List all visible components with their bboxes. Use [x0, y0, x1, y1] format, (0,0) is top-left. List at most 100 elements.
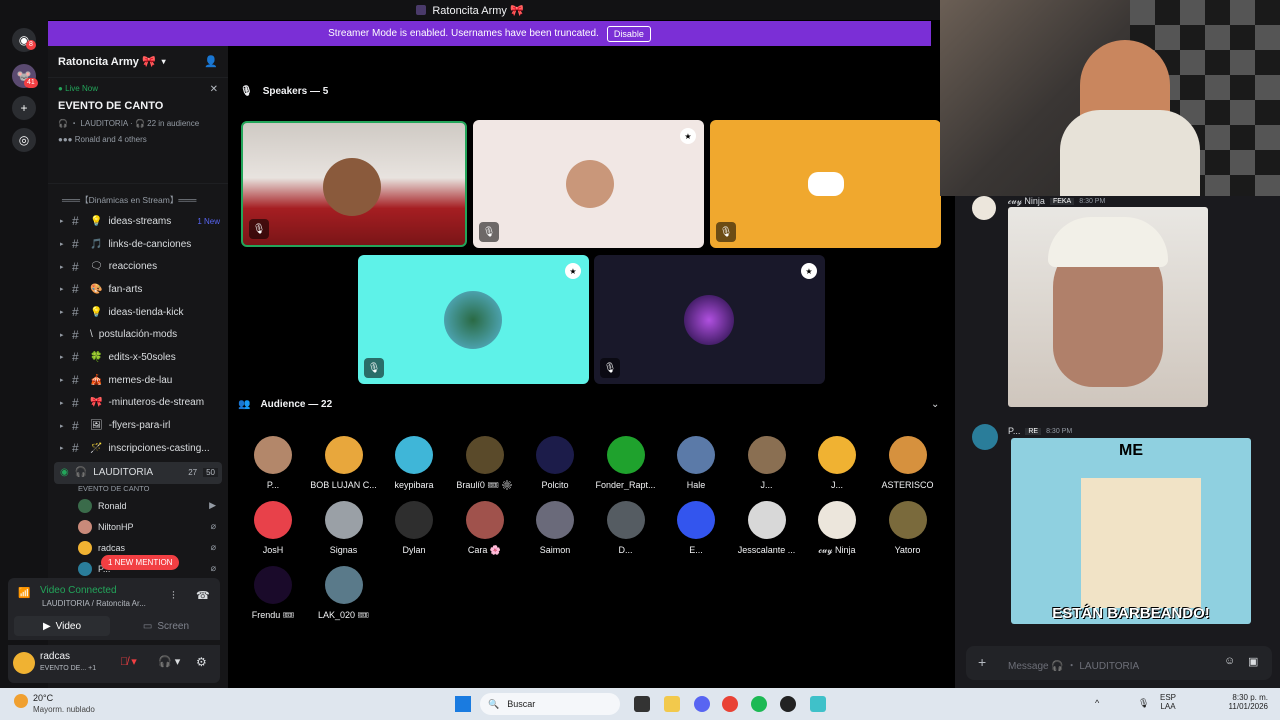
channel-item[interactable]: ▸ # 🎪 memes-de-lau [48, 369, 228, 392]
voice-user[interactable]: Ronald ▶ [48, 495, 228, 516]
channel-item[interactable]: ▸ # 🖼 -flyers-para-irl [48, 414, 228, 437]
tray-chevron-icon[interactable]: ^ [1095, 698, 1099, 708]
channel-item[interactable]: ▸ # 💡 ideas-streams 1 New [48, 210, 228, 233]
channel-item[interactable]: ▸ # 🍀 edits-x-50soles [48, 346, 228, 369]
hash-icon: # [72, 305, 79, 320]
channel-label: -minuteros-de-stream [108, 397, 205, 409]
channel-item[interactable]: ▸ # 🪄 inscripciones-casting... [48, 437, 228, 460]
file-explorer-icon[interactable] [664, 696, 680, 712]
category-header[interactable]: ═══【Dinámicas en Stream】═══ [48, 184, 228, 210]
message-image[interactable] [1008, 207, 1208, 407]
emoji-icon[interactable]: ☺ [1224, 655, 1235, 667]
channel-item[interactable]: ▸ # 💡 ideas-tienda-kick [48, 301, 228, 324]
live-label: ● Live Now [58, 84, 98, 93]
add-member-icon[interactable]: 👤 [204, 55, 218, 68]
audience-member[interactable]: Jesscalante ... [731, 501, 803, 555]
discord-taskbar-icon[interactable] [694, 696, 710, 712]
headphones-icon[interactable]: 🎧 ▾ [158, 655, 180, 668]
discover-icon[interactable]: ◎ [12, 128, 36, 152]
message-input[interactable]: + Message 🎧 ・ LAUDITORIA ☺ ▣ [966, 646, 1272, 680]
audience-member[interactable]: P... [237, 436, 309, 490]
audience-member[interactable]: Yatoro [872, 501, 944, 555]
live-event-card[interactable]: ● Live Now ✕ EVENTO DE CANTO 🎧 ・ LAUDITO… [48, 78, 228, 184]
avatar[interactable] [972, 424, 998, 450]
speaker-tile-5[interactable]: ★ 🎙 [594, 255, 825, 384]
audience-member[interactable]: Fonder_Rapt... [590, 436, 662, 490]
channel-arrow-icon: ▸ [60, 309, 64, 317]
avatar[interactable] [972, 196, 996, 220]
avatar [395, 501, 433, 539]
close-icon[interactable]: ✕ [210, 84, 218, 95]
speaker-tile-3[interactable]: 🎙 [710, 120, 941, 248]
new-mention-pill[interactable]: 1 NEW MENTION [101, 555, 180, 570]
weather-icon[interactable] [14, 694, 28, 708]
audience-name: Dylan [402, 545, 426, 555]
channel-emoji: 💡 [90, 215, 103, 227]
chrome-icon[interactable] [722, 696, 738, 712]
audience-member[interactable]: Polcito [519, 436, 591, 490]
channel-item[interactable]: ▸ # 🎀 -minuteros-de-stream [48, 392, 228, 415]
add-attachment-icon[interactable]: + [978, 654, 986, 670]
avatar[interactable] [13, 652, 35, 674]
notepad-icon[interactable] [810, 696, 826, 712]
screen-button[interactable]: ▭ Screen [118, 616, 214, 636]
channel-item[interactable]: ▸ # \ postulación-mods [48, 323, 228, 346]
audience-member[interactable]: keypibara [378, 436, 450, 490]
voice-channel-lauditoria[interactable]: ◉ 🎧 LAUDITORIA 27 50 [54, 461, 222, 485]
audience-member[interactable]: Saimon [519, 501, 591, 555]
obs-icon[interactable] [780, 696, 796, 712]
disconnect-icon[interactable]: ☎ [196, 589, 210, 602]
audience-member[interactable]: LAK_020 🎟 [308, 566, 380, 621]
search-label: Buscar [507, 699, 536, 709]
muted-mic-icon: 🎙 [249, 219, 269, 239]
mute-icon[interactable]: 🎙̸ ▾ [120, 655, 137, 668]
meme-image[interactable]: ME ESTÁN BARBEANDO! [1011, 438, 1251, 624]
avatar [324, 436, 363, 474]
audience-member[interactable]: Hale [660, 436, 732, 490]
audience-member[interactable]: J... [801, 436, 873, 490]
windows-start-icon[interactable] [455, 696, 471, 712]
audience-member[interactable]: BOB LUJAN C... [308, 436, 380, 490]
audience-member[interactable]: Braulí0 🎟 ⚙ [449, 436, 521, 491]
audience-member[interactable]: ASTERISCO [872, 436, 944, 490]
gif-icon[interactable]: ▣ [1248, 655, 1258, 668]
message-author[interactable]: P... [1008, 426, 1020, 436]
channel-item[interactable]: ▸ # 🗨 reacciones [48, 255, 228, 278]
speaker-tile-video[interactable]: 🎙 [241, 121, 467, 247]
soundboard-icon[interactable]: ⫶ [172, 590, 175, 603]
task-view-icon[interactable] [634, 696, 650, 712]
voice-user[interactable]: NiltonHP ⌀ [48, 516, 228, 537]
avatar [606, 436, 645, 474]
clock[interactable]: 8:30 p. m. 11/01/2026 [1222, 693, 1268, 711]
audience-member[interactable]: 𝒸𝓊𝓎 Ninja [801, 501, 873, 556]
channel-emoji: 🪄 [90, 442, 103, 454]
audience-member[interactable]: Dylan [378, 501, 450, 555]
audience-member[interactable]: JosH [237, 501, 309, 555]
audience-name: J... [760, 480, 773, 490]
speaker-tile-2[interactable]: ★ 🎙 [473, 120, 704, 248]
audience-member[interactable]: D... [590, 501, 662, 555]
speaker-tile-4[interactable]: ★ 🎙 [358, 255, 589, 384]
server-header[interactable]: Ratoncita Army 🎀 ▾ 👤 [48, 46, 228, 78]
channel-item[interactable]: ▸ # 🎵 links-de-canciones [48, 233, 228, 256]
spotify-icon[interactable] [751, 696, 767, 712]
event-people: ●●● Ronald and 4 others [58, 135, 147, 144]
people-icon: 👥 [238, 399, 251, 410]
message-author[interactable]: 𝒸𝓊𝓎 Ninja [1008, 196, 1045, 207]
channel-emoji: 💡 [90, 306, 103, 318]
disable-button[interactable]: Disable [606, 25, 651, 42]
taskbar-search[interactable]: 🔍 Buscar [480, 693, 620, 715]
channel-emoji: 🗨 [90, 261, 103, 273]
audience-member[interactable]: Signas [308, 501, 380, 555]
mic-tray-icon[interactable]: 🎙 [1138, 698, 1149, 709]
add-server-icon[interactable]: + [12, 96, 36, 120]
channel-item[interactable]: ▸ # 🎨 fan-arts [48, 278, 228, 301]
audience-member[interactable]: J... [731, 436, 803, 490]
audience-member[interactable]: Frendu 🎟 [237, 566, 309, 621]
language-indicator[interactable]: ESP LAA [1160, 693, 1176, 711]
audience-member[interactable]: Cara 🌸 [449, 501, 521, 556]
video-button[interactable]: ▶ Video [14, 616, 110, 636]
audience-member[interactable]: E... [660, 501, 732, 555]
chevron-down-icon[interactable]: ⌄ [931, 399, 939, 410]
gear-icon[interactable]: ⚙ [196, 655, 207, 669]
